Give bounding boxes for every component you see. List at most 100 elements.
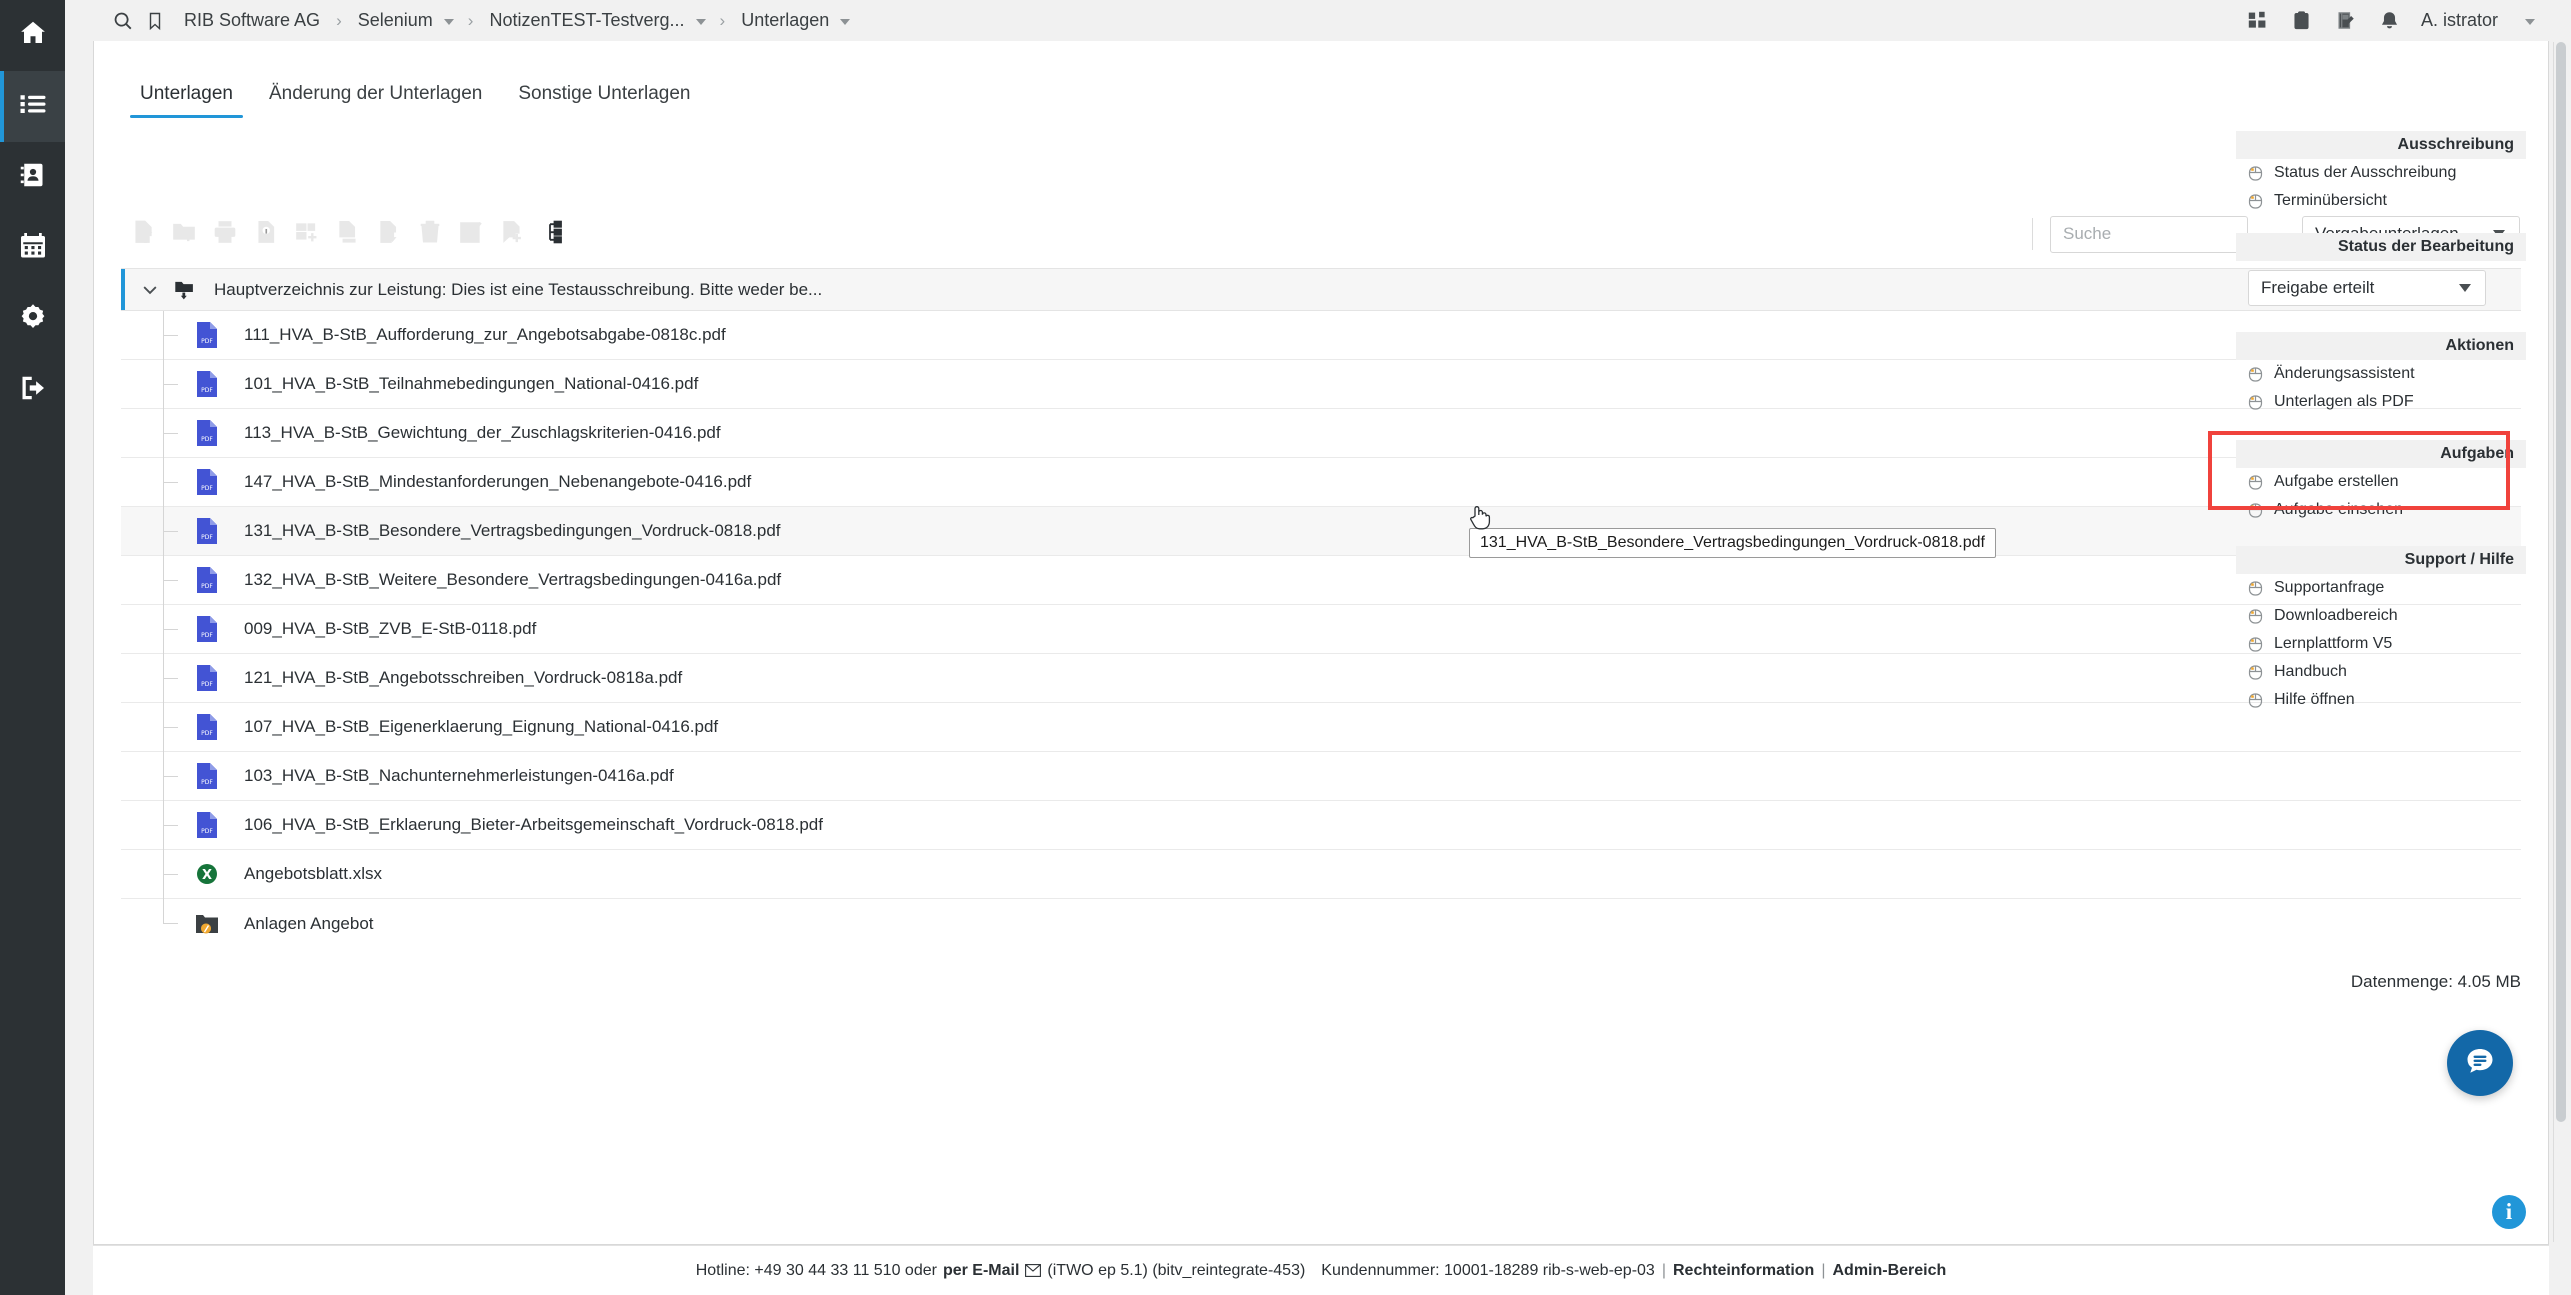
info-button[interactable]: i <box>2492 1195 2526 1229</box>
clipboard-check-icon[interactable] <box>2289 8 2315 34</box>
panel-section-aktionen: Aktionen Änderungsassistent Unterlagen a… <box>2236 332 2526 416</box>
panel-item-terminuebersicht[interactable]: Terminübersicht <box>2236 187 2526 215</box>
rail-item-calendar[interactable] <box>0 213 65 284</box>
panel-item-label: Terminübersicht <box>2274 192 2387 209</box>
search-icon[interactable] <box>110 8 136 34</box>
pdf-icon: PDF <box>195 566 219 594</box>
bell-icon[interactable] <box>2377 8 2403 34</box>
table-row[interactable]: PDF 107_HVA_B-StB_Eigenerklaerung_Eignun… <box>121 703 2521 752</box>
panel-item-unterlagen-als-pdf[interactable]: Unterlagen als PDF <box>2236 388 2526 416</box>
svg-text:PDF: PDF <box>201 828 213 835</box>
chevron-down-icon[interactable] <box>443 18 454 25</box>
info-icon: i <box>2505 1199 2513 1224</box>
breadcrumb-separator: › <box>336 10 342 30</box>
rail-item-contacts[interactable] <box>0 142 65 213</box>
note-edit-icon[interactable] <box>2333 8 2359 34</box>
table-row[interactable]: PDF 103_HVA_B-StB_Nachunternehmerleistun… <box>121 752 2521 801</box>
document-upload-icon <box>130 219 156 250</box>
svg-text:PDF: PDF <box>201 338 213 345</box>
tree-view-button[interactable] <box>532 214 573 254</box>
chevron-down-icon[interactable] <box>695 18 706 25</box>
document-info-button[interactable] <box>245 214 286 254</box>
table-row[interactable]: X Angebotsblatt.xlsx <box>121 850 2521 899</box>
page-scrollbar[interactable] <box>2553 42 2567 1242</box>
panel-section-title: Ausschreibung <box>2236 131 2526 159</box>
rail-item-home[interactable] <box>0 0 65 71</box>
tab-aenderung-der-unterlagen[interactable]: Änderung der Unterlagen <box>251 83 500 118</box>
panel-item-hilfe-oeffnen[interactable]: Hilfe öffnen <box>2236 686 2526 714</box>
panel-item-aufgabe-erstellen[interactable]: Aufgabe erstellen <box>2236 468 2526 496</box>
file-name-label: 009_HVA_B-StB_ZVB_E-StB-0118.pdf <box>244 619 537 638</box>
rail-item-projects[interactable] <box>0 71 65 142</box>
footer-legal-link[interactable]: Rechteinformation <box>1673 1262 1814 1280</box>
table-row[interactable]: PDF 132_HVA_B-StB_Weitere_Besondere_Vert… <box>121 556 2521 605</box>
table-row[interactable]: PDF 131_HVA_B-StB_Besondere_Vertragsbedi… <box>121 507 2521 556</box>
mouse-click-icon <box>2248 692 2263 709</box>
svg-text:PDF: PDF <box>201 387 213 394</box>
panel-item-label: Änderungsassistent <box>2274 365 2415 382</box>
search-input[interactable] <box>2050 215 2248 253</box>
top-bar: RIB Software AG › Selenium › NotizenTEST… <box>65 0 2571 41</box>
delete-button[interactable] <box>409 214 450 254</box>
add-note-button[interactable] <box>491 214 532 254</box>
table-row[interactable]: PDF 111_HVA_B-StB_Aufforderung_zur_Angeb… <box>121 311 2521 360</box>
rail-item-settings[interactable] <box>0 284 65 355</box>
panel-item-aenderungsassistent[interactable]: Änderungsassistent <box>2236 360 2526 388</box>
table-row[interactable]: Anlagen Angebot <box>121 899 2521 948</box>
table-row[interactable]: PDF 106_HVA_B-StB_Erklaerung_Bieter-Arbe… <box>121 801 2521 850</box>
status-select[interactable]: Freigabe erteilt <box>2248 270 2486 306</box>
pdf-icon: PDF <box>195 419 219 447</box>
breadcrumb-item-2[interactable]: NotizenTEST-Testverg... <box>487 10 706 31</box>
upload-document-button[interactable] <box>122 214 163 254</box>
envelope-icon <box>1025 1264 1042 1277</box>
download-document-button[interactable] <box>368 214 409 254</box>
panel-section-title: Status der Bearbeitung <box>2236 233 2526 261</box>
expand-collapse-chevron-icon[interactable] <box>133 280 167 300</box>
tree-connector <box>163 409 189 458</box>
panel-item-label: Downloadbereich <box>2274 607 2398 624</box>
table-row[interactable]: PDF 009_HVA_B-StB_ZVB_E-StB-0118.pdf <box>121 605 2521 654</box>
apps-icon[interactable] <box>2245 8 2271 34</box>
page-footer: Hotline: +49 30 44 33 11 510 oder per E-… <box>93 1245 2549 1295</box>
table-row[interactable]: PDF 121_HVA_B-StB_Angebotsschreiben_Vord… <box>121 654 2521 703</box>
breadcrumb-label: Unterlagen <box>741 10 830 30</box>
breadcrumb-item-0[interactable]: RIB Software AG <box>182 10 322 31</box>
pdf-icon: PDF <box>195 468 219 496</box>
new-folder-button[interactable] <box>163 214 204 254</box>
document-tree: Hauptverzeichnis zur Leistung: Dies ist … <box>121 268 2521 948</box>
chat-bubble-icon <box>2462 1043 2498 1084</box>
footer-email-link[interactable]: per E-Mail <box>943 1262 1019 1280</box>
folder-attachment-icon <box>195 910 219 938</box>
file-name-label: 101_HVA_B-StB_Teilnahmebedingungen_Natio… <box>244 374 699 393</box>
scrollbar-thumb[interactable] <box>2556 42 2566 1122</box>
pdf-icon: PDF <box>195 811 219 839</box>
panel-item-lernplattform-v5[interactable]: Lernplattform V5 <box>2236 630 2526 658</box>
chat-support-button[interactable] <box>2447 1030 2513 1096</box>
tab-sonstige-unterlagen[interactable]: Sonstige Unterlagen <box>500 83 708 118</box>
tab-unterlagen[interactable]: Unterlagen <box>122 83 251 118</box>
panel-item-handbuch[interactable]: Handbuch <box>2236 658 2526 686</box>
print-button[interactable] <box>204 214 245 254</box>
table-row[interactable]: PDF 147_HVA_B-StB_Mindestanforderungen_N… <box>121 458 2521 507</box>
chevron-down-icon[interactable] <box>2525 18 2535 25</box>
rail-item-logout[interactable] <box>0 355 65 426</box>
breadcrumb-item-1[interactable]: Selenium <box>356 10 454 31</box>
panel-item-aufgabe-einsehen[interactable]: Aufgabe einsehen <box>2236 496 2526 524</box>
checklist-button[interactable] <box>450 214 491 254</box>
breadcrumb-item-3[interactable]: Unterlagen <box>739 10 851 31</box>
left-navigation-rail <box>0 0 65 1295</box>
panel-item-supportanfrage[interactable]: Supportanfrage <box>2236 574 2526 602</box>
user-menu-label[interactable]: A. istrator <box>2421 10 2498 31</box>
panel-item-status-der-ausschreibung[interactable]: Status der Ausschreibung <box>2236 159 2526 187</box>
footer-admin-link[interactable]: Admin-Bereich <box>1832 1262 1946 1280</box>
panel-item-downloadbereich[interactable]: Downloadbereich <box>2236 602 2526 630</box>
mouse-cursor <box>1468 503 1492 538</box>
data-volume-label: Datenmenge: 4.05 MB <box>2350 972 2521 991</box>
tree-root-row[interactable]: Hauptverzeichnis zur Leistung: Dies ist … <box>121 268 2521 311</box>
table-row[interactable]: PDF 113_HVA_B-StB_Gewichtung_der_Zuschla… <box>121 409 2521 458</box>
document-properties-button[interactable] <box>327 214 368 254</box>
bookmark-icon[interactable] <box>142 8 168 34</box>
add-from-archive-button[interactable] <box>286 214 327 254</box>
chevron-down-icon[interactable] <box>840 18 851 25</box>
table-row[interactable]: PDF 101_HVA_B-StB_Teilnahmebedingungen_N… <box>121 360 2521 409</box>
